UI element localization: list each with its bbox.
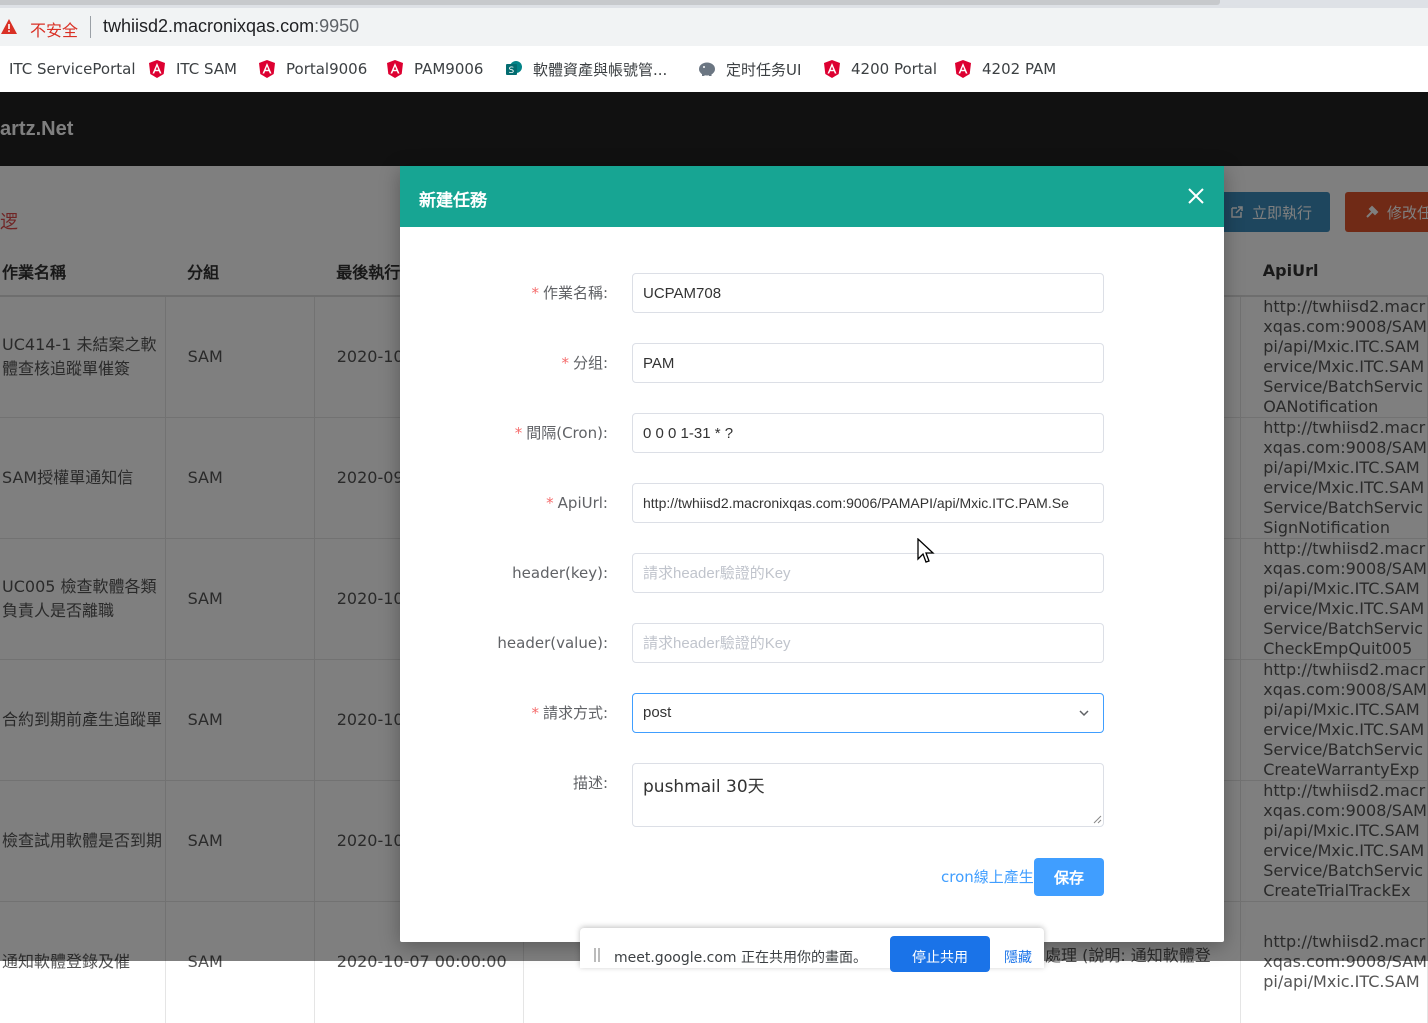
bookmark-software-assets[interactable]: S 軟體資產與帳號管...	[505, 46, 667, 92]
svg-text:S: S	[509, 66, 515, 76]
screen-share-text: meet.google.com 正在共用你的畫面。	[614, 950, 868, 966]
field-label: * 作業名稱:	[531, 273, 608, 313]
hide-banner-link[interactable]: 隱藏	[1004, 947, 1032, 967]
form-row-method: * 請求方式: post	[400, 693, 1224, 733]
required-star: *	[531, 704, 539, 722]
job-name-input[interactable]	[632, 273, 1104, 313]
bookmark-scheduled-tasks-ui[interactable]: 定时任务UI	[698, 46, 801, 92]
bookmark-label: ITC ServicePortal	[9, 60, 136, 78]
form-row-header-key: header(key):	[400, 553, 1224, 593]
elephant-icon	[699, 62, 715, 76]
field-label: * 間隔(Cron):	[515, 413, 608, 453]
apiurl-line: pi/api/Mxic.ITC.SAM	[1263, 972, 1420, 992]
bookmark-pam9006[interactable]: PAM9006	[386, 46, 483, 92]
angular-icon	[149, 60, 165, 78]
sharepoint-icon: S	[506, 61, 522, 76]
address-bar[interactable]: 不安全 twhiisd2.macronixqas.com:9950	[0, 8, 1428, 46]
bookmark-label: 軟體資產與帳號管...	[533, 60, 668, 79]
field-label: * 分组:	[561, 343, 608, 383]
apiurl-input[interactable]	[632, 483, 1104, 523]
bookmark-portal9006[interactable]: Portal9006	[258, 46, 367, 92]
dialog-header: 新建任務	[400, 166, 1224, 227]
form-row-description: 描述: pushmail 30天	[400, 763, 1224, 827]
field-label-text: 描述:	[572, 774, 608, 792]
description-textarea[interactable]: pushmail 30天	[632, 763, 1104, 827]
field-label-text: 間隔(Cron):	[526, 424, 608, 442]
required-star: *	[514, 424, 523, 442]
field-label: * ApiUrl:	[546, 483, 608, 523]
method-selected-value: post	[643, 704, 672, 721]
header-key-input[interactable]	[632, 553, 1104, 593]
angular-icon	[387, 60, 403, 78]
field-label-text: header(key):	[512, 564, 608, 582]
bookmark-4200-portal[interactable]: 4200 Portal	[823, 46, 937, 92]
angular-icon	[259, 60, 275, 78]
screen-share-banner: meet.google.com 正在共用你的畫面。 停止共用 隱藏	[580, 928, 1044, 972]
bookmark-label: ITC SAM	[176, 60, 237, 78]
chevron-down-icon	[1079, 710, 1089, 717]
address-separator	[90, 16, 91, 38]
header-value-input[interactable]	[632, 623, 1104, 663]
insecure-label[interactable]: 不安全	[30, 17, 78, 41]
field-label-text: 請求方式:	[542, 704, 608, 722]
save-button[interactable]: 保存	[1034, 858, 1104, 896]
field-label-text: ApiUrl:	[557, 494, 608, 512]
form-row-group: * 分组:	[400, 343, 1224, 383]
bookmark-4202-pam[interactable]: 4202 PAM	[954, 46, 1056, 92]
field-label-text: header(value):	[497, 634, 608, 652]
required-star: *	[531, 284, 539, 302]
angular-icon	[824, 60, 840, 78]
url-host: twhiisd2.macronixqas.com	[103, 16, 315, 36]
method-select[interactable]: post	[632, 693, 1104, 733]
bookmark-label: 4202 PAM	[982, 60, 1057, 78]
mouse-cursor-icon	[917, 538, 935, 563]
form-row-job-name: * 作業名稱:	[400, 273, 1224, 313]
bookmark-itc-serviceportal[interactable]: ITC ServicePortal	[9, 46, 135, 92]
resize-grip-icon[interactable]	[1093, 815, 1102, 824]
bookmark-label: 4200 Portal	[851, 60, 938, 78]
warning-icon	[1, 19, 17, 34]
field-label-text: 作業名稱:	[542, 284, 608, 302]
angular-icon	[955, 60, 971, 78]
field-label-text: 分组:	[572, 354, 608, 372]
bookmark-label: Portal9006	[286, 60, 368, 78]
bookmark-label: PAM9006	[414, 60, 484, 78]
required-star: *	[561, 354, 569, 372]
field-label: 描述:	[573, 763, 608, 803]
bookmarks-bar: ITC ServicePortal ITC SAM Portal9006 PAM…	[0, 46, 1428, 93]
bookmark-label: 定时任务UI	[726, 60, 802, 79]
drag-handle-icon[interactable]	[594, 948, 600, 962]
dialog-title: 新建任務	[419, 191, 487, 211]
url-port: :9950	[314, 16, 360, 36]
url-text[interactable]: twhiisd2.macronixqas.com:9950	[103, 16, 359, 37]
required-star: *	[546, 494, 554, 512]
cron-generator-link[interactable]: cron線上產生	[941, 866, 1034, 887]
form-row-apiurl: * ApiUrl:	[400, 483, 1224, 523]
bookmark-itc-sam[interactable]: ITC SAM	[148, 46, 237, 92]
field-label: header(value):	[497, 623, 608, 663]
field-label: * 請求方式:	[531, 693, 608, 733]
form-row-header-value: header(value):	[400, 623, 1224, 663]
stop-sharing-button[interactable]: 停止共用	[890, 936, 990, 972]
group-input[interactable]	[632, 343, 1104, 383]
tab-strip-scroll	[0, 0, 1220, 5]
new-task-dialog: 新建任務 *作業名稱: *分组: *間隔(Cron): *ApiUrl: hea…	[400, 166, 1224, 942]
form-row-cron: * 間隔(Cron):	[400, 413, 1224, 453]
field-label: header(key):	[512, 553, 608, 593]
tab-strip	[0, 0, 1428, 8]
close-icon[interactable]	[1186, 186, 1206, 206]
cron-input[interactable]	[632, 413, 1104, 453]
